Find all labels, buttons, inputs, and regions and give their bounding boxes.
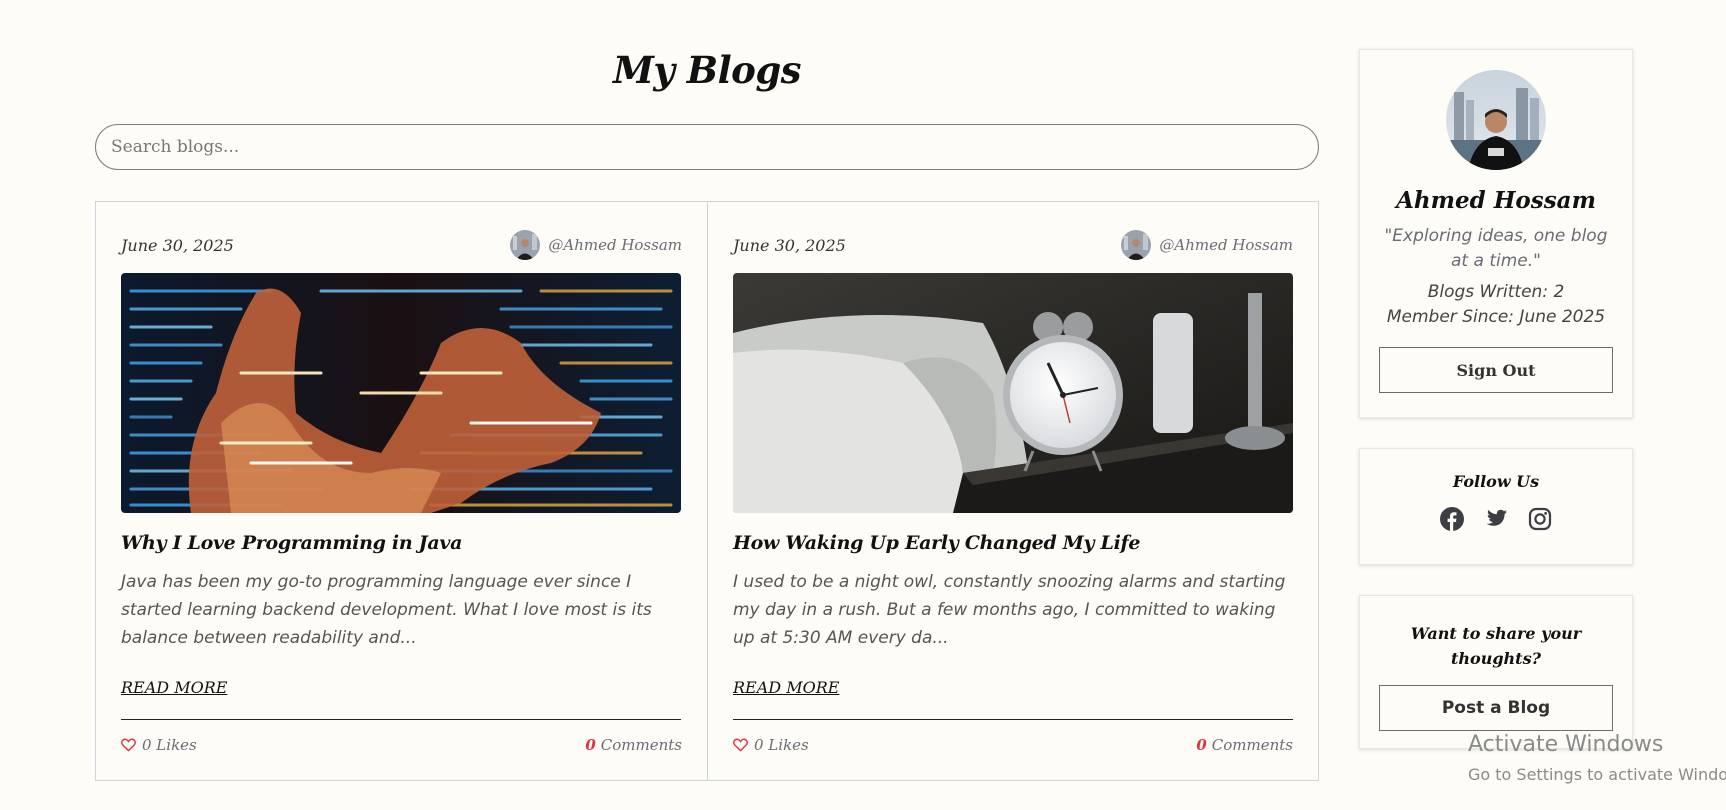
follow-card: Follow Us — [1359, 448, 1633, 565]
card-footer: 0 Likes 0 Comments — [121, 736, 682, 754]
card-footer: 0 Likes 0 Comments — [733, 736, 1293, 754]
comments-label: Comments — [1211, 736, 1293, 754]
likes-count: 0 Likes — [142, 736, 197, 754]
share-title: Want to share your thoughts? — [1410, 624, 1582, 668]
blog-list: June 30, 2025 @Ahmed Hossam Why I Love P… — [95, 201, 1319, 781]
profile-avatar — [1446, 70, 1546, 170]
page-title: My Blogs — [612, 48, 802, 92]
post-author[interactable]: @Ahmed Hossam — [510, 230, 682, 260]
instagram-icon[interactable] — [1528, 507, 1552, 531]
comments-link[interactable]: 0 Comments — [585, 736, 682, 754]
social-links — [1360, 507, 1632, 531]
member-since: Member Since: June 2025 — [1386, 307, 1606, 327]
post-blog-button[interactable]: Post a Blog — [1379, 685, 1613, 731]
author-name: @Ahmed Hossam — [1159, 236, 1293, 254]
facebook-icon[interactable] — [1440, 507, 1464, 531]
windows-activation-watermark: Activate Windows Go to Settings to activ… — [1468, 732, 1726, 784]
post-date: June 30, 2025 — [733, 235, 846, 255]
likes-count: 0 Likes — [754, 736, 809, 754]
blogs-written: Blogs Written: 2 — [1427, 282, 1565, 302]
divider — [733, 719, 1293, 720]
profile-name: Ahmed Hossam — [1396, 187, 1596, 214]
blog-card: June 30, 2025 @Ahmed Hossam — [707, 202, 1318, 780]
author-avatar — [1121, 230, 1152, 260]
post-date: June 30, 2025 — [121, 235, 234, 255]
comments-link[interactable]: 0 Comments — [1196, 736, 1293, 754]
like-button[interactable]: 0 Likes — [121, 736, 197, 754]
divider — [121, 719, 681, 720]
post-excerpt: Java has been my go-to programming langu… — [121, 572, 652, 648]
post-title[interactable]: How Waking Up Early Changed My Life — [733, 532, 1141, 554]
watermark-subtitle: Go to Settings to activate Windows. — [1468, 765, 1726, 784]
comments-label: Comments — [600, 736, 682, 754]
read-more-link[interactable]: READ MORE — [733, 678, 839, 697]
card-meta: June 30, 2025 @Ahmed Hossam — [733, 230, 1293, 260]
post-title[interactable]: Why I Love Programming in Java — [121, 532, 462, 554]
heart-icon — [121, 738, 136, 752]
author-name: @Ahmed Hossam — [548, 236, 682, 254]
twitter-icon[interactable] — [1484, 507, 1508, 531]
post-author[interactable]: @Ahmed Hossam — [1121, 230, 1293, 260]
watermark-title: Activate Windows — [1468, 732, 1664, 757]
card-meta: June 30, 2025 @Ahmed Hossam — [121, 230, 682, 260]
post-image-alarm-clock[interactable] — [733, 273, 1293, 513]
sign-out-button[interactable]: Sign Out — [1379, 347, 1613, 393]
profile-quote: "Exploring ideas, one blog at a time." — [1384, 226, 1608, 271]
follow-title: Follow Us — [1452, 472, 1540, 491]
comments-count: 0 — [585, 736, 596, 754]
read-more-link[interactable]: READ MORE — [121, 678, 227, 697]
post-image-code[interactable] — [121, 273, 681, 513]
profile-card: Ahmed Hossam "Exploring ideas, one blog … — [1359, 49, 1633, 418]
like-button[interactable]: 0 Likes — [733, 736, 809, 754]
search-input[interactable] — [95, 124, 1319, 170]
share-card: Want to share your thoughts? Post a Blog — [1359, 595, 1633, 749]
profile-stats: Blogs Written: 2 Member Since: June 2025 — [1360, 280, 1632, 330]
post-excerpt: I used to be a night owl, constantly sno… — [733, 572, 1286, 648]
comments-count: 0 — [1196, 736, 1207, 754]
author-avatar — [510, 230, 541, 260]
blog-card: June 30, 2025 @Ahmed Hossam — [96, 202, 707, 780]
heart-icon — [733, 738, 748, 752]
